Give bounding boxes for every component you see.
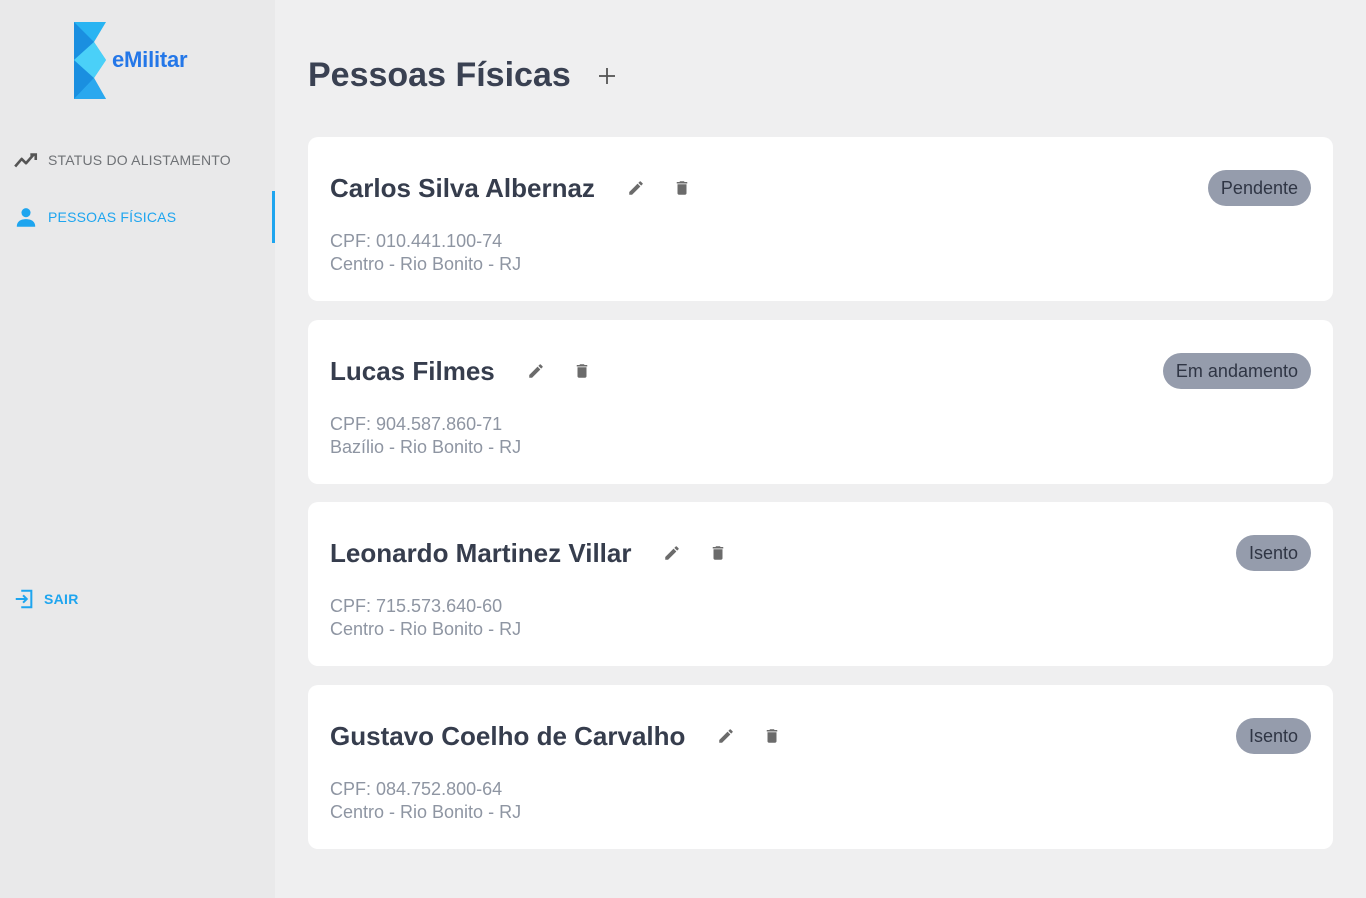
person-address: Centro - Rio Bonito - RJ	[330, 254, 522, 274]
status-badge: Pendente	[1207, 170, 1311, 206]
person-card-header: Leonardo Martinez Villar	[330, 535, 729, 571]
person-cpf: CPF: 010.441.100-74	[330, 231, 503, 251]
person-cpf: CPF: 084.752.800-64	[330, 779, 503, 799]
person-card: Leonardo Martinez Villar Isento CPF: 715…	[308, 502, 1333, 666]
delete-button[interactable]	[571, 360, 593, 382]
person-info: CPF: 084.752.800-64 Centro - Rio Bonito …	[330, 778, 521, 824]
main-content: Pessoas Físicas Carlos Silva Albernaz Pe…	[275, 0, 1366, 898]
logout-icon	[15, 589, 33, 609]
delete-button[interactable]	[761, 725, 783, 747]
person-address: Centro - Rio Bonito - RJ	[330, 619, 522, 639]
page-title: Pessoas Físicas	[308, 56, 571, 94]
delete-button[interactable]	[671, 177, 693, 199]
person-icon	[16, 208, 36, 227]
person-card: Carlos Silva Albernaz Pendente CPF: 010.…	[308, 137, 1333, 301]
edit-button[interactable]	[625, 177, 647, 199]
edit-button[interactable]	[715, 725, 737, 747]
sidebar-item-pessoas-fisicas[interactable]: PESSOAS FÍSICAS	[0, 191, 275, 243]
trash-icon	[767, 729, 778, 743]
pencil-icon	[665, 546, 680, 560]
person-name: Carlos Silva Albernaz	[330, 172, 595, 203]
brand-name: eMilitar	[112, 46, 188, 72]
person-info: CPF: 010.441.100-74 Centro - Rio Bonito …	[330, 230, 521, 276]
person-card-header: Lucas Filmes	[330, 353, 593, 389]
person-name: Leonardo Martinez Villar	[330, 537, 632, 568]
person-card: Lucas Filmes Em andamento CPF: 904.587.8…	[308, 320, 1333, 484]
person-address: Centro - Rio Bonito - RJ	[330, 802, 522, 822]
sidebar-item-label: PESSOAS FÍSICAS	[48, 209, 177, 225]
status-badge: Em andamento	[1162, 353, 1311, 389]
person-info: CPF: 904.587.860-71 Bazílio - Rio Bonito…	[330, 413, 521, 459]
emilitar-logo-icon	[74, 22, 106, 99]
delete-button[interactable]	[707, 542, 729, 564]
edit-button[interactable]	[525, 360, 547, 382]
person-card-header: Carlos Silva Albernaz	[330, 170, 693, 206]
status-badge: Isento	[1235, 718, 1311, 754]
pencil-icon	[528, 364, 543, 378]
add-person-button[interactable]	[593, 62, 621, 90]
trash-icon	[676, 181, 688, 195]
brand-logo[interactable]: eMilitar	[74, 22, 188, 99]
edit-button[interactable]	[661, 542, 683, 564]
sidebar: eMilitar STATUS DO ALISTAMENTO PESSOAS F…	[0, 0, 275, 657]
plus-icon	[599, 68, 615, 84]
person-name: Lucas Filmes	[330, 355, 495, 386]
logout-label: SAIR	[44, 591, 79, 607]
logout-button[interactable]: SAIR	[0, 584, 160, 614]
person-name: Gustavo Coelho de Carvalho	[330, 720, 686, 751]
status-badge: Isento	[1235, 535, 1311, 571]
person-info: CPF: 715.573.640-60 Centro - Rio Bonito …	[330, 595, 521, 641]
pencil-icon	[719, 729, 734, 743]
trash-icon	[576, 364, 587, 378]
pencil-icon	[629, 181, 643, 195]
sidebar-item-label: STATUS DO ALISTAMENTO	[48, 152, 231, 168]
sidebar-item-status-alistamento[interactable]: STATUS DO ALISTAMENTO	[0, 134, 275, 186]
person-cpf: CPF: 715.573.640-60	[330, 596, 503, 616]
person-address: Bazílio - Rio Bonito - RJ	[330, 437, 522, 457]
person-card: Gustavo Coelho de Carvalho Isento CPF: 0…	[308, 685, 1333, 849]
trending-up-icon	[14, 153, 38, 168]
person-cpf: CPF: 904.587.860-71	[330, 414, 503, 434]
person-card-header: Gustavo Coelho de Carvalho	[330, 718, 783, 754]
trash-icon	[713, 546, 724, 560]
